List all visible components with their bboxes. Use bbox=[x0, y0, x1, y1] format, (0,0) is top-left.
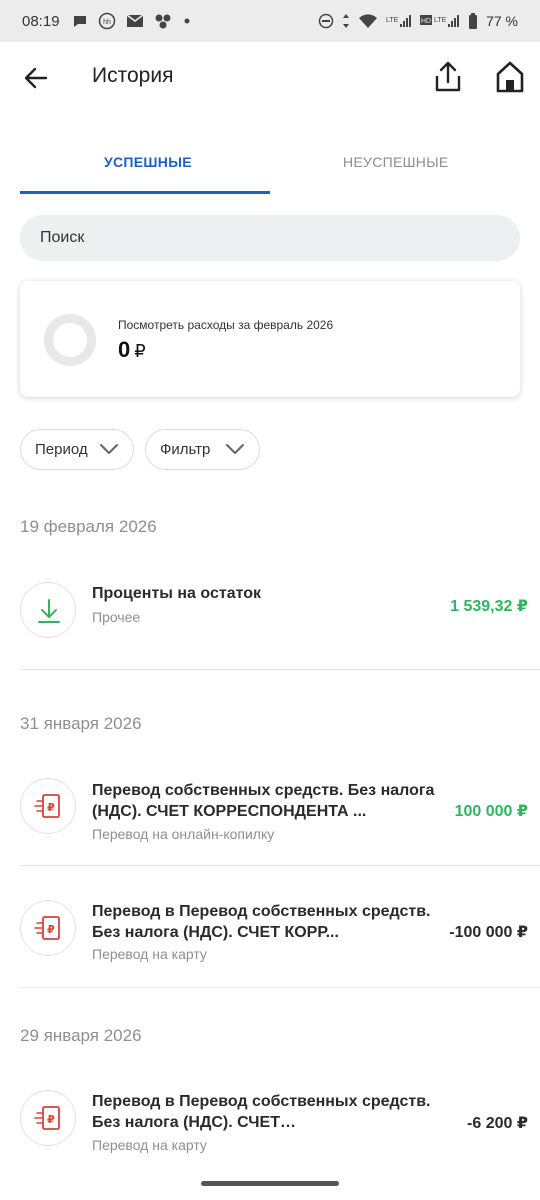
mail-icon bbox=[126, 14, 143, 27]
transaction-amount: 100 000 ₽ bbox=[454, 803, 528, 820]
summary-amount-value: 0 bbox=[118, 337, 131, 362]
transaction-title: Проценты на остаток bbox=[92, 585, 261, 602]
date-header: 19 февраля 2026 bbox=[20, 517, 157, 536]
transaction-title: Перевод в Перевод собственных средств. Б… bbox=[92, 903, 431, 941]
wifi-icon bbox=[359, 14, 378, 28]
home-indicator[interactable] bbox=[201, 1181, 339, 1186]
divider bbox=[20, 987, 540, 988]
hd-lte-signal-icon: HD LTE bbox=[420, 15, 460, 27]
transaction-category: Перевод на карту bbox=[92, 1137, 207, 1153]
period-filter-button[interactable]: Период bbox=[20, 429, 134, 470]
active-tab-indicator bbox=[20, 191, 270, 194]
ruble-document-icon: ₽ bbox=[20, 1090, 76, 1146]
status-time: 08:19 bbox=[22, 12, 60, 30]
transaction-row[interactable]: ₽ Перевод в Перевод собственных средств.… bbox=[0, 900, 540, 970]
svg-text:₽: ₽ bbox=[47, 923, 55, 936]
transaction-category: Перевод на онлайн-копилку bbox=[92, 826, 275, 842]
search-input[interactable]: Поиск bbox=[20, 215, 520, 261]
transaction-category: Перевод на карту bbox=[92, 946, 207, 962]
page-title: История bbox=[92, 64, 174, 87]
svg-text:LTE: LTE bbox=[434, 17, 447, 24]
transaction-amount: -6 200 ₽ bbox=[467, 1115, 528, 1132]
hh-icon: hh bbox=[98, 12, 115, 30]
history-tabs: УСПЕШНЫЕ НЕУСПЕШНЫЕ bbox=[20, 140, 520, 196]
filter-label: Фильтр bbox=[160, 441, 211, 458]
ruble-document-icon: ₽ bbox=[20, 778, 76, 834]
date-header: 29 января 2026 bbox=[20, 1026, 142, 1045]
app-bar: История bbox=[0, 42, 540, 114]
svg-text:₽: ₽ bbox=[47, 801, 55, 814]
transaction-row[interactable]: ₽ Перевод в Перевод собственных средств.… bbox=[0, 1090, 540, 1160]
spending-donut-icon bbox=[44, 314, 96, 366]
spending-summary-card[interactable]: Посмотреть расходы за февраль 2026 0 ₽ bbox=[20, 281, 520, 397]
dnd-icon bbox=[318, 13, 334, 29]
summary-currency: ₽ bbox=[134, 341, 146, 361]
svg-text:LTE: LTE bbox=[386, 17, 399, 24]
download-icon bbox=[20, 582, 76, 638]
search-placeholder: Поиск bbox=[40, 229, 85, 246]
battery-icon bbox=[469, 13, 478, 29]
divider bbox=[20, 865, 540, 866]
share-icon[interactable] bbox=[432, 60, 464, 94]
transaction-category: Прочее bbox=[92, 609, 141, 625]
back-arrow-icon[interactable] bbox=[22, 64, 50, 92]
tab-successful[interactable]: УСПЕШНЫЕ bbox=[104, 154, 192, 170]
summary-label: Посмотреть расходы за февраль 2026 bbox=[118, 318, 334, 332]
chat-icon bbox=[73, 16, 86, 27]
data-arrows-icon bbox=[343, 14, 350, 28]
status-bar: 08:19 hh LTE HD LTE 77 % bbox=[0, 0, 540, 42]
battery-percent: 77 % bbox=[486, 13, 518, 29]
transaction-title: Перевод в Перевод собственных средств. Б… bbox=[92, 1093, 431, 1131]
summary-amount: 0 ₽ bbox=[118, 337, 146, 363]
ruble-document-icon: ₽ bbox=[20, 900, 76, 956]
date-header: 31 января 2026 bbox=[20, 714, 142, 733]
svg-text:₽: ₽ bbox=[47, 1113, 55, 1126]
transaction-title: Перевод собственных средств. Без налога … bbox=[92, 782, 435, 820]
period-label: Период bbox=[35, 441, 88, 458]
transaction-row[interactable]: ₽ Перевод собственных средств. Без налог… bbox=[0, 778, 540, 848]
chevron-down-icon bbox=[226, 444, 244, 454]
lte-signal-icon: LTE bbox=[386, 15, 412, 27]
divider bbox=[20, 669, 540, 670]
apps-icon bbox=[155, 14, 171, 29]
transaction-amount: -100 000 ₽ bbox=[449, 924, 528, 941]
chevron-down-icon bbox=[100, 444, 118, 454]
home-icon[interactable] bbox=[494, 60, 526, 94]
svg-text:HD: HD bbox=[421, 18, 431, 25]
transaction-row[interactable]: Проценты на остаток Прочее 1 539,32 ₽ bbox=[0, 582, 540, 652]
transaction-amount: 1 539,32 ₽ bbox=[450, 598, 528, 615]
tab-unsuccessful[interactable]: НЕУСПЕШНЫЕ bbox=[343, 154, 449, 170]
filter-button[interactable]: Фильтр bbox=[145, 429, 260, 470]
svg-text:hh: hh bbox=[103, 19, 111, 26]
dot-icon bbox=[184, 18, 190, 24]
